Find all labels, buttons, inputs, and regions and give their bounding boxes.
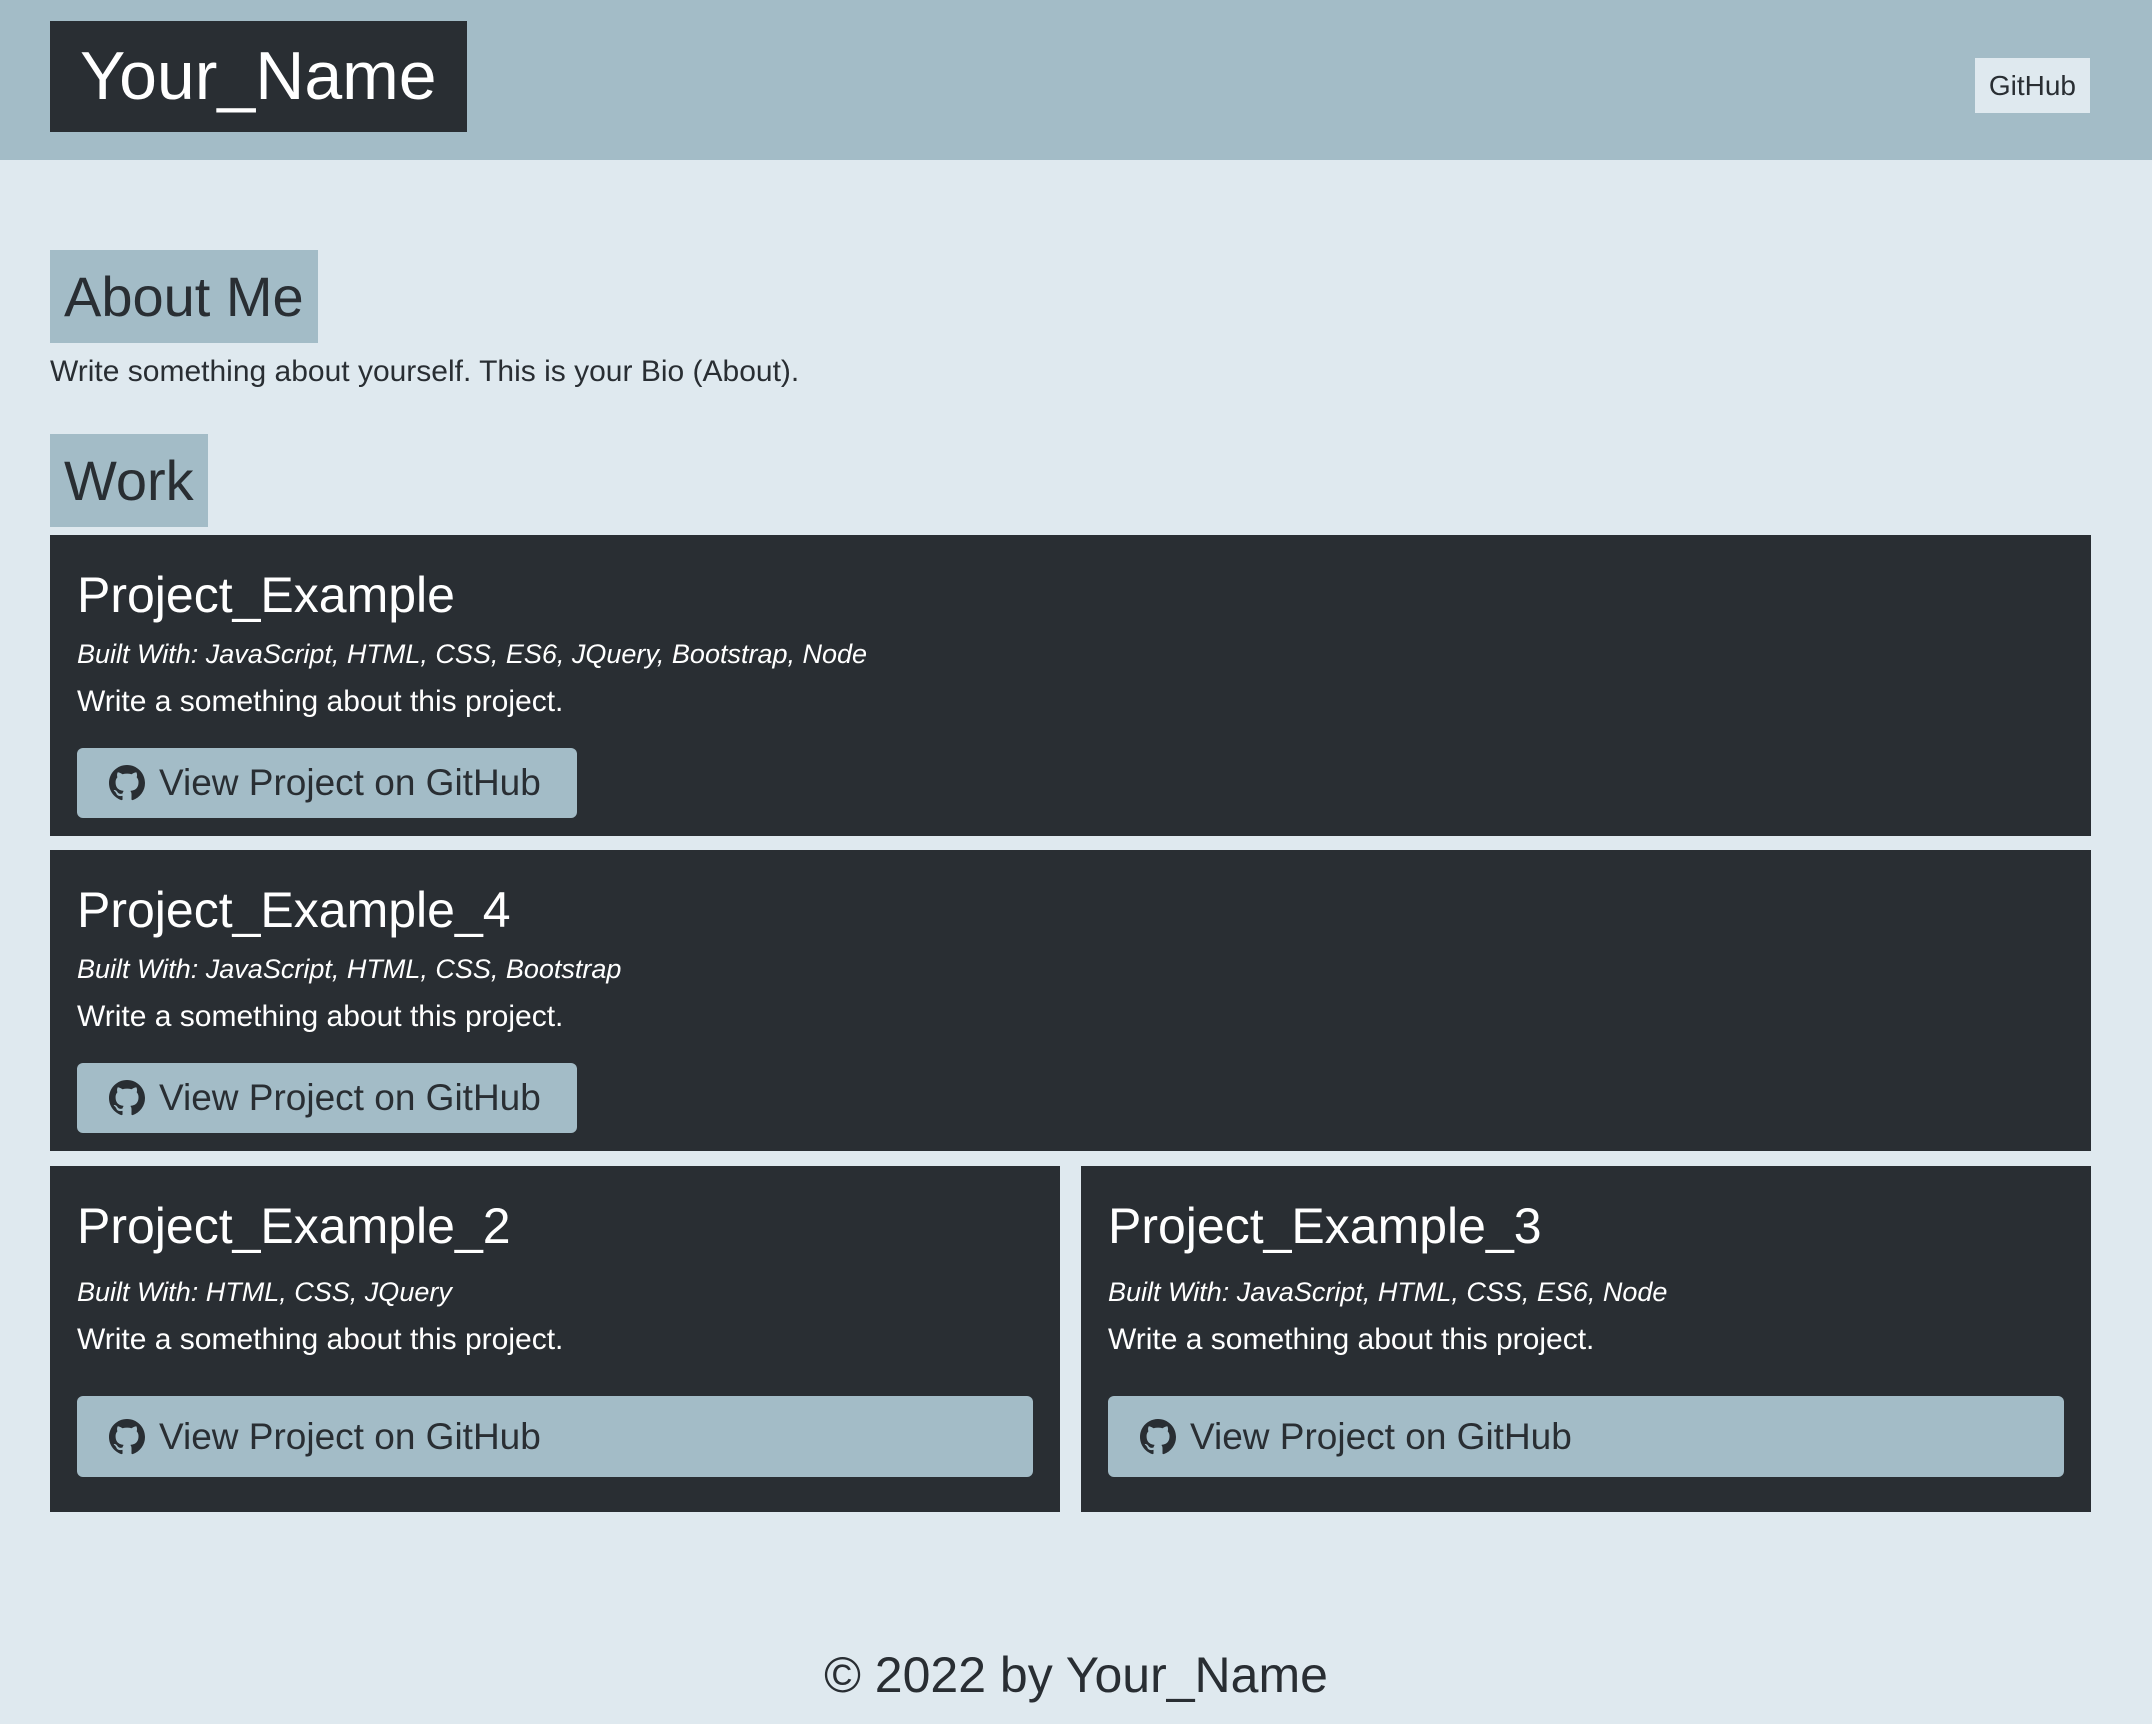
view-project-label: View Project on GitHub bbox=[1190, 1415, 1572, 1457]
project-card: Project_Example_2 Built With: HTML, CSS,… bbox=[50, 1166, 1060, 1512]
project-tech-list: Built With: JavaScript, HTML, CSS, Boots… bbox=[77, 954, 622, 984]
about-heading: About Me bbox=[50, 250, 318, 343]
view-project-label: View Project on GitHub bbox=[159, 1077, 541, 1118]
view-project-button[interactable]: View Project on GitHub bbox=[77, 1396, 1033, 1477]
project-description: Write a something about this project. bbox=[77, 1000, 564, 1033]
project-description: Write a something about this project. bbox=[77, 1323, 564, 1356]
project-card: Project_Example Built With: JavaScript, … bbox=[50, 535, 2091, 836]
project-description: Write a something about this project. bbox=[77, 685, 564, 718]
project-title: Project_Example_3 bbox=[1108, 1198, 1542, 1254]
project-tech-list: Built With: HTML, CSS, JQuery bbox=[77, 1277, 452, 1307]
site-header: Your_Name GitHub bbox=[0, 0, 2152, 160]
project-title: Project_Example bbox=[77, 567, 455, 623]
nav-github-link[interactable]: GitHub bbox=[1974, 58, 2090, 113]
project-card: Project_Example_4 Built With: JavaScript… bbox=[50, 850, 2091, 1151]
view-project-button[interactable]: View Project on GitHub bbox=[77, 748, 577, 818]
view-project-label: View Project on GitHub bbox=[159, 1415, 541, 1457]
github-icon bbox=[109, 1418, 145, 1455]
view-project-button[interactable]: View Project on GitHub bbox=[1108, 1396, 2064, 1477]
project-title: Project_Example_4 bbox=[77, 882, 511, 938]
github-icon bbox=[109, 765, 145, 801]
bio-text: Write something about yourself. This is … bbox=[50, 355, 800, 388]
project-card: Project_Example_3 Built With: JavaScript… bbox=[1081, 1166, 2091, 1512]
footer-copyright: © 2022 by Your_Name bbox=[824, 1647, 1328, 1703]
view-project-label: View Project on GitHub bbox=[159, 762, 541, 803]
site-brand[interactable]: Your_Name bbox=[50, 21, 467, 132]
work-heading: Work bbox=[50, 434, 208, 527]
github-icon bbox=[109, 1080, 145, 1116]
project-tech-list: Built With: JavaScript, HTML, CSS, ES6, … bbox=[1108, 1277, 1668, 1307]
project-tech-list: Built With: JavaScript, HTML, CSS, ES6, … bbox=[77, 639, 868, 669]
github-icon bbox=[1140, 1418, 1176, 1455]
view-project-button[interactable]: View Project on GitHub bbox=[77, 1063, 577, 1133]
project-title: Project_Example_2 bbox=[77, 1198, 511, 1254]
project-description: Write a something about this project. bbox=[1108, 1323, 1595, 1356]
